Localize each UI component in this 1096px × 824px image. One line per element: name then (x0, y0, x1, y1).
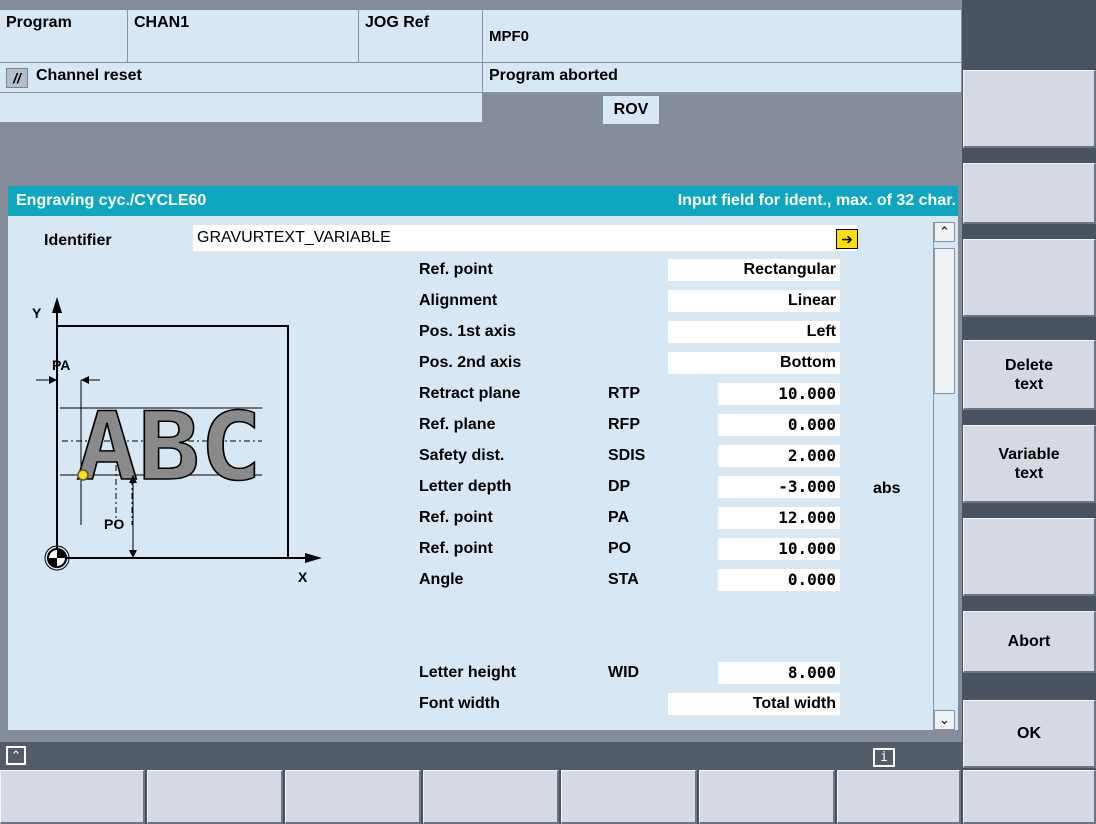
pa-dimension (36, 376, 100, 384)
toggle-icon[interactable]: ➔ (836, 229, 858, 249)
softkey-h1[interactable] (0, 770, 145, 824)
wid-field[interactable]: 8.000 (718, 662, 840, 684)
channel-name: CHAN1 (128, 10, 359, 63)
param-label-font-width: Font width (419, 695, 500, 712)
program-name: MPF0 (483, 10, 962, 63)
param-code-pa: PA (608, 509, 630, 526)
ok-button[interactable]: OK (963, 700, 1096, 768)
identifier-input[interactable]: GRAVURTEXT_VARIABLE (193, 225, 857, 251)
param-code-dp: DP (608, 478, 631, 495)
delete-text-line1: Delete (1004, 356, 1054, 374)
engraved-letters: ABC (76, 393, 262, 502)
variable-text-line1: Variable (998, 445, 1060, 463)
param-label-alignment: Alignment (419, 292, 498, 309)
x-axis-arrow-icon (57, 553, 322, 563)
softkey-h5[interactable] (561, 770, 697, 824)
channel-status-row: // Channel reset (0, 63, 483, 93)
pa-label: PA (52, 357, 70, 373)
dialog-title: Engraving cyc./CYCLE60 (16, 192, 207, 209)
param-label-letter-height: Letter height (419, 664, 516, 681)
param-label-letter-depth: Letter depth (419, 478, 512, 495)
softkey-h7[interactable] (837, 770, 961, 824)
param-label-ref-point-pa: Ref. point (419, 509, 493, 526)
param-label-pos-2nd-axis: Pos. 2nd axis (419, 354, 522, 371)
identifier-label: Identifier (44, 232, 112, 249)
engraving-diagram: Y X ABC PA PO (32, 297, 322, 585)
param-label-ref-point-type: Ref. point (419, 261, 493, 278)
abort-button[interactable]: Abort (963, 611, 1096, 673)
softkey-h2[interactable] (147, 770, 283, 824)
param-code-po: PO (608, 540, 632, 557)
softkey-h8[interactable] (963, 770, 1096, 824)
rov-badge: ROV (603, 96, 659, 124)
rtp-field[interactable]: 10.000 (718, 383, 840, 405)
alignment-field[interactable]: Linear (668, 290, 840, 312)
softkey-h3[interactable] (285, 770, 421, 824)
param-code-sdis: SDIS (608, 447, 646, 464)
pos-1st-axis-field[interactable]: Left (668, 321, 840, 343)
ref-point-marker-icon (77, 469, 89, 481)
footer-bar (0, 742, 962, 770)
softkey-v2[interactable] (963, 163, 1096, 224)
variable-text-button[interactable]: Variable text (963, 425, 1096, 503)
program-label: Program (0, 10, 128, 63)
sdis-field[interactable]: 2.000 (718, 445, 840, 467)
param-label-pos-1st-axis: Pos. 1st axis (419, 323, 516, 340)
font-width-field[interactable]: Total width (668, 693, 840, 715)
ref-point-type-field[interactable]: Rectangular (668, 259, 840, 281)
rfp-field[interactable]: 0.000 (718, 414, 840, 436)
softkey-h6[interactable] (699, 770, 835, 824)
param-code-rtp: RTP (608, 385, 640, 402)
softkey-v6[interactable] (963, 518, 1096, 596)
y-axis-arrow-icon (52, 297, 62, 558)
info-icon[interactable]: i (873, 748, 895, 767)
x-axis-label: X (298, 569, 308, 585)
delete-text-line2: text (1014, 375, 1044, 393)
scroll-thumb[interactable] (934, 248, 955, 394)
delete-text-button[interactable]: Delete text (963, 340, 1096, 410)
identifier-value: GRAVURTEXT_VARIABLE (197, 229, 391, 246)
param-code-wid: WID (608, 664, 640, 681)
dialog-title-bar: Engraving cyc./CYCLE60 Input field for i… (8, 186, 958, 216)
param-code-rfp: RFP (608, 416, 640, 433)
dp-field[interactable]: -3.000 (718, 476, 840, 498)
param-label-safety-dist: Safety dist. (419, 447, 505, 464)
origin-icon (44, 545, 70, 571)
po-field[interactable]: 10.000 (718, 538, 840, 560)
y-axis-label: Y (32, 305, 42, 321)
scrollbar[interactable]: ⌃ ⌄ (933, 222, 955, 730)
softkey-h4[interactable] (423, 770, 559, 824)
alarm-line (0, 93, 483, 123)
softkey-v3[interactable] (963, 239, 1096, 317)
variable-text-line2: text (1014, 464, 1044, 482)
sta-field[interactable]: 0.000 (718, 569, 840, 591)
pos-2nd-axis-field[interactable]: Bottom (668, 352, 840, 374)
param-label-angle: Angle (419, 571, 464, 588)
param-label-ref-point-po: Ref. point (419, 540, 493, 557)
pa-field[interactable]: 12.000 (718, 507, 840, 529)
dialog-hint: Input field for ident., max. of 32 char. (677, 192, 956, 209)
param-label-ref-plane: Ref. plane (419, 416, 496, 433)
dp-unit-abs[interactable]: abs (873, 480, 901, 498)
scroll-down-icon[interactable]: ⌄ (934, 710, 955, 730)
softkey-v1[interactable] (963, 70, 1096, 148)
po-label: PO (104, 516, 124, 532)
param-code-sta: STA (608, 571, 639, 588)
channel-reset-icon: // (6, 68, 28, 88)
recall-icon[interactable]: ⌃ (6, 746, 26, 765)
param-label-retract-plane: Retract plane (419, 385, 521, 402)
operating-mode: JOG Ref (359, 10, 483, 63)
program-status: Program aborted (483, 63, 962, 93)
channel-status: Channel reset (36, 67, 142, 84)
scroll-up-icon[interactable]: ⌃ (934, 222, 955, 242)
